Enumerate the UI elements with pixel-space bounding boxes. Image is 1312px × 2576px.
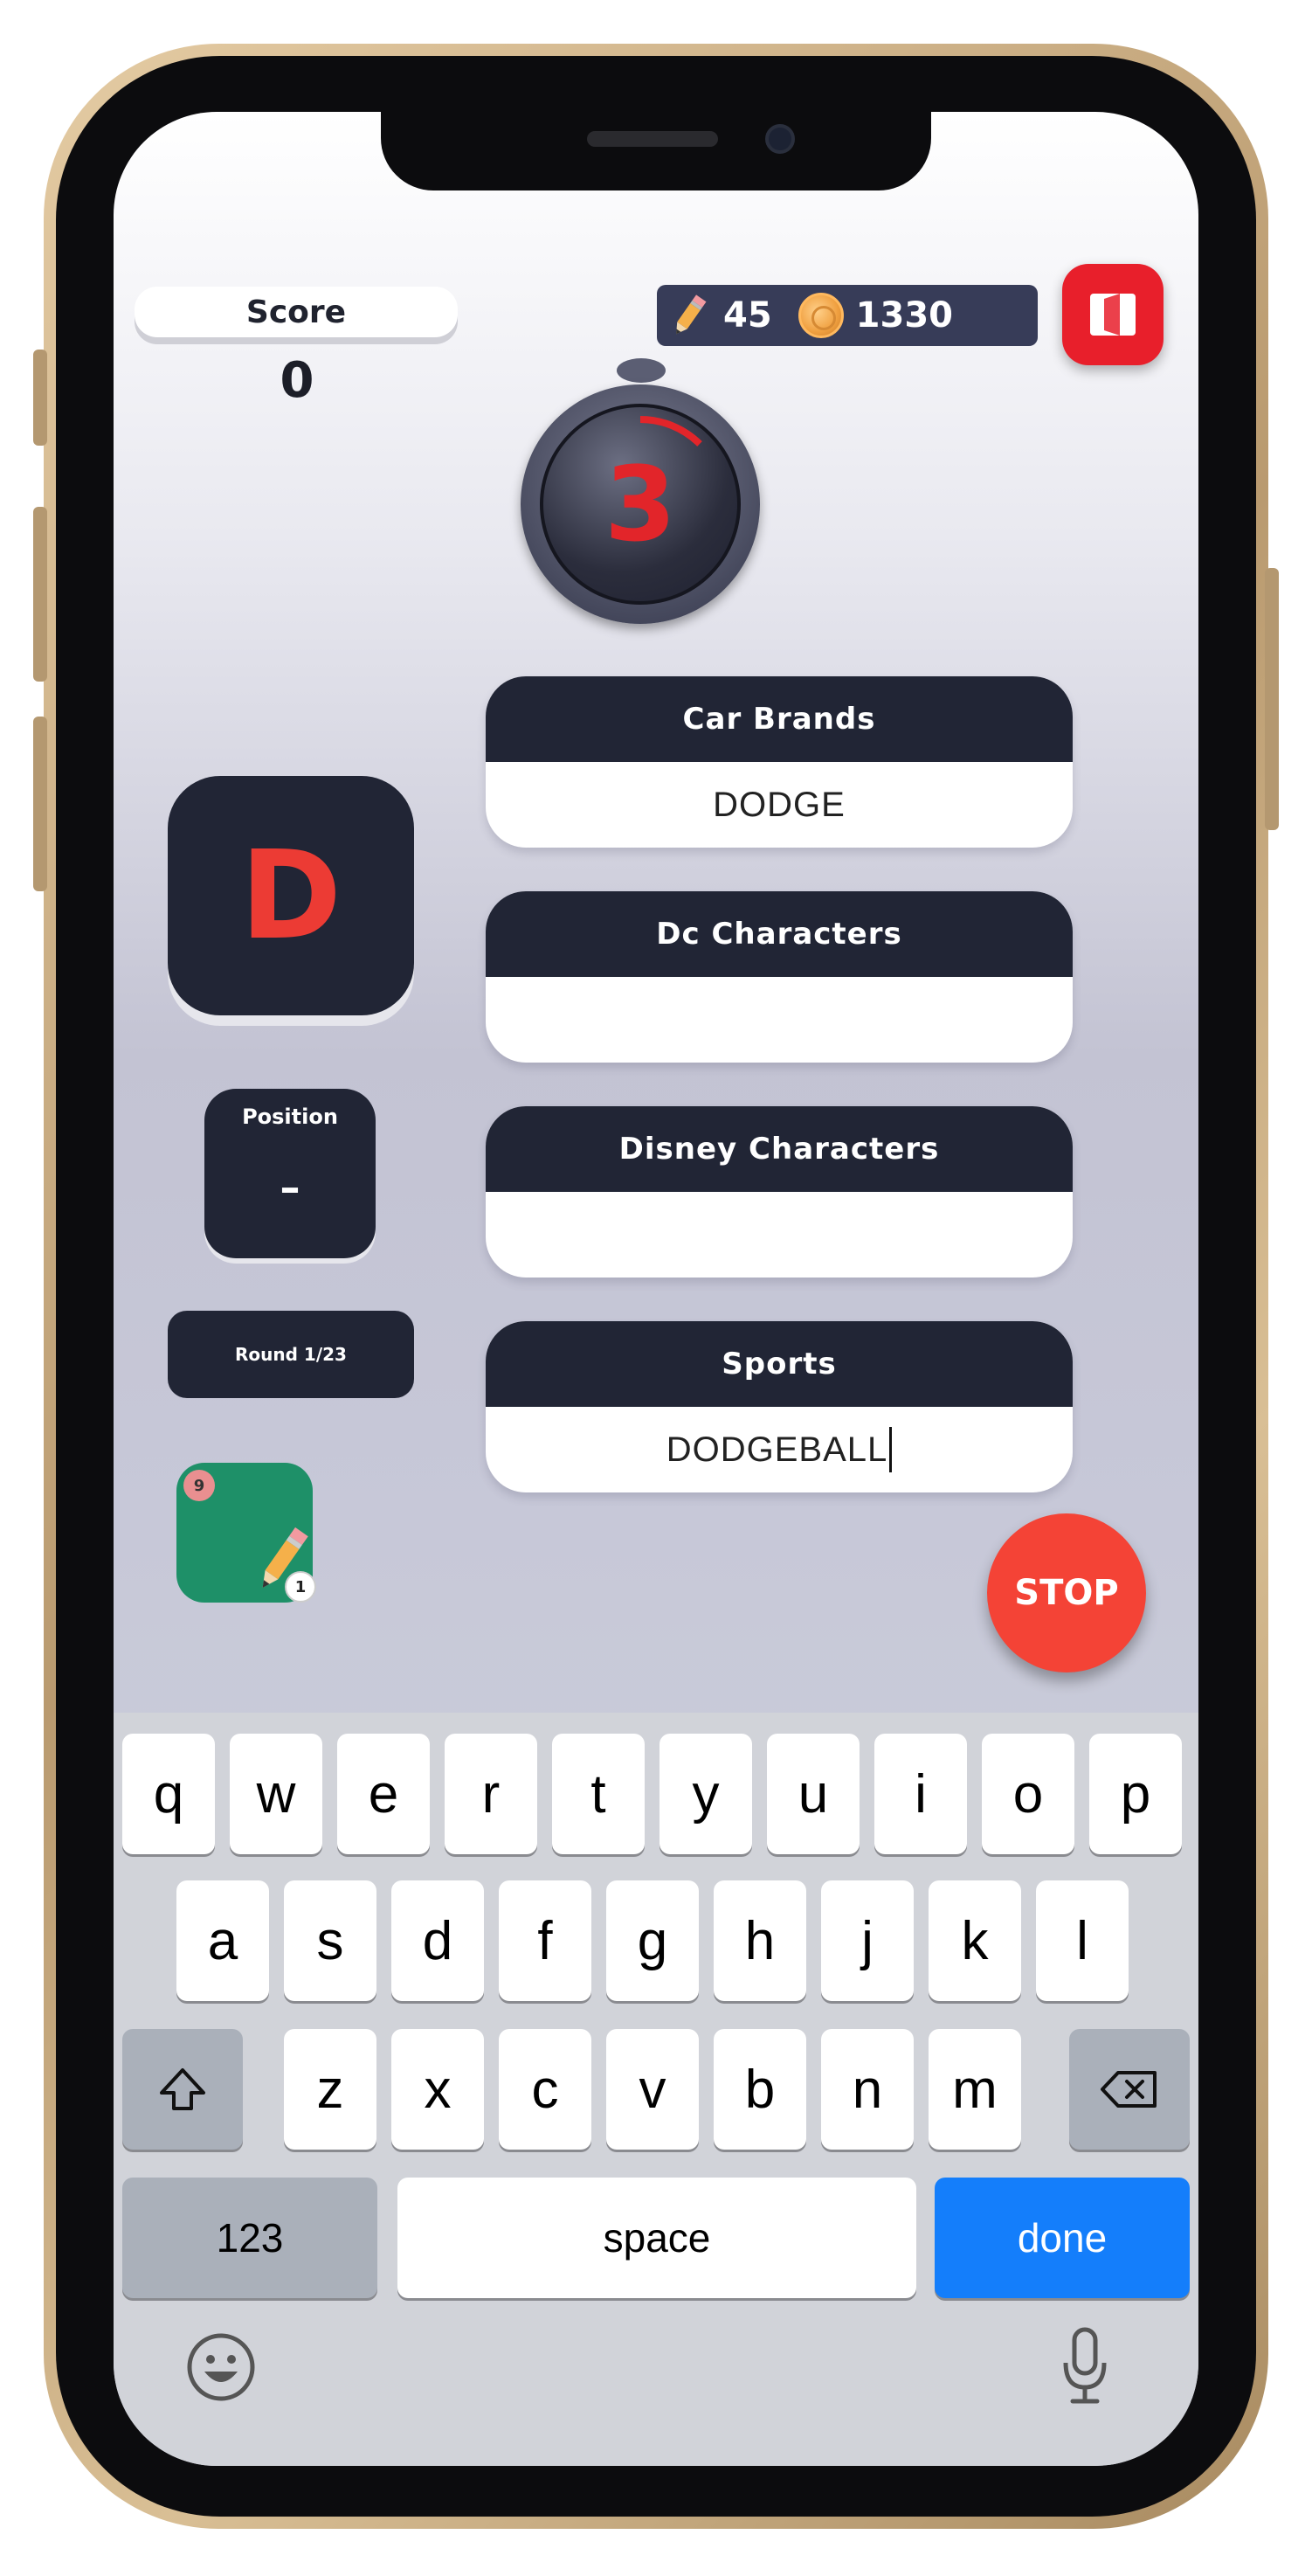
speaker-grille: [587, 131, 718, 147]
powerup-badge: 9: [183, 1470, 215, 1501]
round-indicator: Round 1/23: [168, 1311, 414, 1398]
key-i[interactable]: i: [874, 1734, 967, 1854]
stop-button[interactable]: STOP: [987, 1513, 1146, 1672]
coin-icon: [798, 293, 844, 338]
answer-input-active[interactable]: DODGEBALL: [486, 1407, 1073, 1492]
text-caret: [889, 1427, 893, 1472]
category-card-disney-characters: Disney Characters: [486, 1106, 1073, 1278]
key-j[interactable]: j: [821, 1880, 914, 2001]
key-b[interactable]: b: [714, 2029, 806, 2150]
key-t[interactable]: t: [552, 1734, 645, 1854]
timer-value: 3: [604, 444, 677, 564]
shift-key[interactable]: [122, 2029, 243, 2150]
key-y[interactable]: y: [659, 1734, 752, 1854]
pencil-icon: [667, 291, 711, 340]
emoji-icon[interactable]: [185, 2331, 257, 2403]
coin-count: 1330: [855, 295, 953, 336]
pencil-powerup-button[interactable]: 9 1: [176, 1463, 316, 1603]
volume-down-button: [33, 717, 47, 891]
key-k[interactable]: k: [929, 1880, 1021, 2001]
key-x[interactable]: x: [391, 2029, 484, 2150]
mute-switch: [33, 350, 47, 446]
position-label: Position: [242, 1104, 338, 1129]
round-letter: D: [168, 776, 414, 1015]
key-z[interactable]: z: [284, 2029, 376, 2150]
exit-button[interactable]: [1062, 264, 1164, 365]
key-d[interactable]: d: [391, 1880, 484, 2001]
answer-input[interactable]: [486, 1192, 1073, 1278]
key-g[interactable]: g: [606, 1880, 699, 2001]
key-w[interactable]: w: [230, 1734, 322, 1854]
answer-input[interactable]: [486, 977, 1073, 1063]
key-s[interactable]: s: [284, 1880, 376, 2001]
resource-bar: 45 1330: [657, 285, 1038, 346]
key-e[interactable]: e: [337, 1734, 430, 1854]
position-box: Position –: [204, 1089, 376, 1258]
countdown-timer: 3: [521, 384, 760, 624]
done-key[interactable]: done: [935, 2178, 1190, 2298]
key-l[interactable]: l: [1036, 1880, 1129, 2001]
category-card-sports: Sports DODGEBALL: [486, 1321, 1073, 1492]
backspace-icon: [1101, 2071, 1157, 2108]
shift-icon: [160, 2068, 205, 2110]
key-a[interactable]: a: [176, 1880, 269, 2001]
category-title: Sports: [486, 1321, 1073, 1407]
key-r[interactable]: r: [445, 1734, 537, 1854]
key-p[interactable]: p: [1089, 1734, 1182, 1854]
category-card-dc-characters: Dc Characters: [486, 891, 1073, 1063]
category-title: Disney Characters: [486, 1106, 1073, 1192]
power-button: [1265, 568, 1279, 830]
numbers-key[interactable]: 123: [122, 2178, 377, 2298]
key-m[interactable]: m: [929, 2029, 1021, 2150]
category-title: Car Brands: [486, 676, 1073, 762]
microphone-icon[interactable]: [1059, 2324, 1111, 2408]
screen: Score 0 45 1330 3 D Position – Round 1/2…: [114, 112, 1198, 2466]
exit-door-icon: [1090, 294, 1136, 336]
key-o[interactable]: o: [982, 1734, 1074, 1854]
position-value: –: [280, 1164, 300, 1211]
powerup-count: 1: [285, 1571, 316, 1603]
volume-up-button: [33, 507, 47, 682]
answer-input[interactable]: DODGE: [486, 762, 1073, 848]
key-f[interactable]: f: [499, 1880, 591, 2001]
key-v[interactable]: v: [606, 2029, 699, 2150]
front-camera: [765, 124, 795, 154]
keyboard: q w e r t y u i o p a s d f g h j k l z …: [114, 1713, 1198, 2466]
key-c[interactable]: c: [499, 2029, 591, 2150]
key-h[interactable]: h: [714, 1880, 806, 2001]
score-value: 0: [280, 352, 314, 409]
space-key[interactable]: space: [397, 2178, 916, 2298]
score-label: Score: [135, 287, 458, 337]
category-title: Dc Characters: [486, 891, 1073, 977]
timer-knob: [617, 358, 666, 383]
key-q[interactable]: q: [122, 1734, 215, 1854]
category-card-car-brands: Car Brands DODGE: [486, 676, 1073, 848]
key-n[interactable]: n: [821, 2029, 914, 2150]
pencil-count: 45: [723, 295, 772, 336]
key-u[interactable]: u: [767, 1734, 860, 1854]
backspace-key[interactable]: [1069, 2029, 1190, 2150]
notch: [381, 112, 931, 190]
answer-text: DODGEBALL: [666, 1430, 888, 1469]
